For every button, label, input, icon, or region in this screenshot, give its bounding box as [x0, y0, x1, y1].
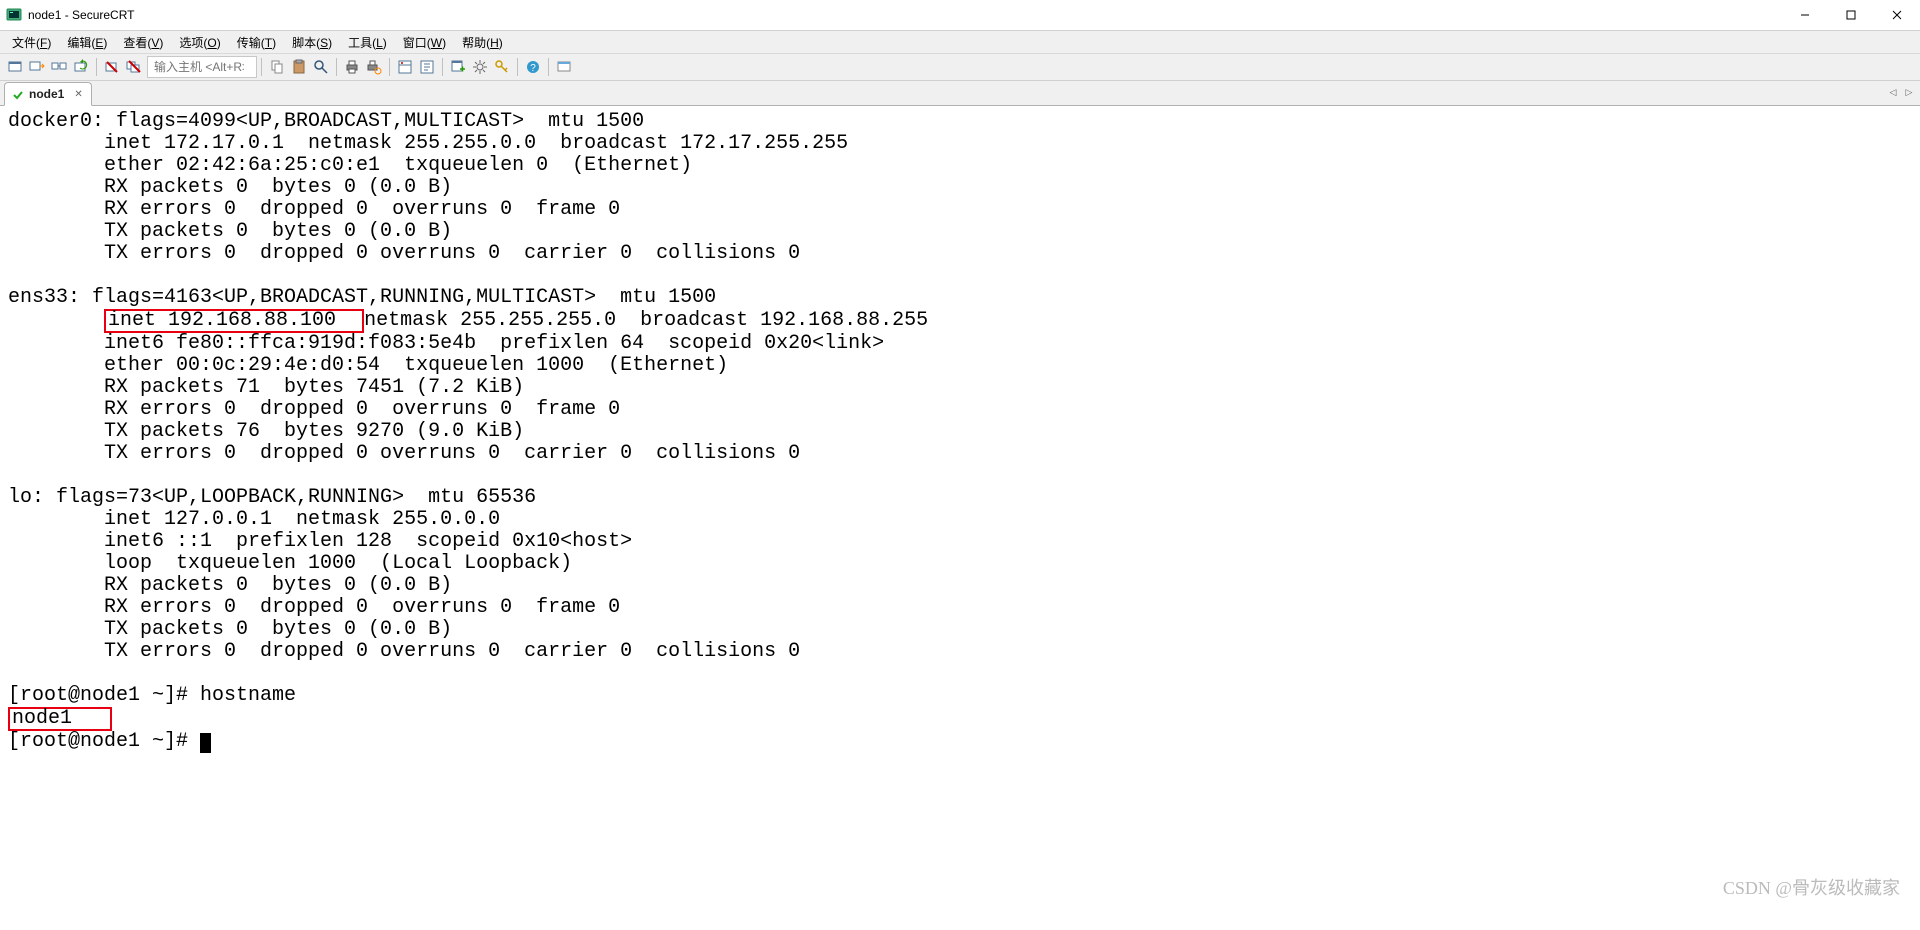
- host-input-container[interactable]: [147, 56, 257, 78]
- window-title: node1 - SecureCRT: [28, 8, 135, 22]
- paste-icon[interactable]: [288, 56, 310, 78]
- print-icon[interactable]: [341, 56, 363, 78]
- minimize-button[interactable]: [1782, 0, 1828, 30]
- tab-node1[interactable]: node1 ✕: [4, 82, 92, 106]
- maximize-button[interactable]: [1828, 0, 1874, 30]
- disconnect-all-icon[interactable]: [123, 56, 145, 78]
- copy-icon[interactable]: [266, 56, 288, 78]
- settings-icon[interactable]: [469, 56, 491, 78]
- menu-w[interactable]: 窗口(W): [395, 32, 454, 53]
- menu-l[interactable]: 工具(L): [340, 32, 395, 53]
- reconnect-icon[interactable]: [70, 56, 92, 78]
- options-icon[interactable]: [394, 56, 416, 78]
- host-input[interactable]: [152, 59, 246, 75]
- new-window-icon[interactable]: [447, 56, 469, 78]
- title-bar: node1 - SecureCRT: [0, 0, 1920, 31]
- session-options-icon[interactable]: [416, 56, 438, 78]
- menu-h[interactable]: 帮助(H): [454, 32, 511, 53]
- svg-text:?: ?: [530, 63, 536, 74]
- terminal-output[interactable]: docker0: flags=4099<UP,BROADCAST,MULTICA…: [0, 106, 1920, 930]
- menu-f[interactable]: 文件(F): [4, 32, 59, 53]
- tab-label: node1: [29, 87, 64, 101]
- quick-connect-icon[interactable]: [26, 56, 48, 78]
- menu-v[interactable]: 查看(V): [115, 32, 171, 53]
- tab-nav-left-icon[interactable]: ◁: [1886, 85, 1900, 99]
- tab-status-icon: [13, 89, 23, 99]
- session-manager-icon[interactable]: [4, 56, 26, 78]
- tab-nav-right-icon[interactable]: ▷: [1902, 85, 1916, 99]
- menu-e[interactable]: 编辑(E): [59, 32, 115, 53]
- tab-close-icon[interactable]: ✕: [74, 89, 82, 100]
- menu-s[interactable]: 脚本(S): [284, 32, 340, 53]
- menu-o[interactable]: 选项(O): [171, 32, 228, 53]
- menu-t[interactable]: 传输(T): [229, 32, 284, 53]
- help-icon[interactable]: ?: [522, 56, 544, 78]
- tab-strip: node1 ✕ ◁ ▷: [0, 81, 1920, 106]
- close-button[interactable]: [1874, 0, 1920, 30]
- toolbar: ?: [0, 54, 1920, 81]
- connect-icon[interactable]: [48, 56, 70, 78]
- app-icon: [6, 7, 22, 23]
- disconnect-icon[interactable]: [101, 56, 123, 78]
- toolbar-extra-icon[interactable]: [553, 56, 575, 78]
- menu-bar: 文件(F)编辑(E)查看(V)选项(O)传输(T)脚本(S)工具(L)窗口(W)…: [0, 31, 1920, 54]
- key-icon[interactable]: [491, 56, 513, 78]
- print-setup-icon[interactable]: [363, 56, 385, 78]
- find-icon[interactable]: [310, 56, 332, 78]
